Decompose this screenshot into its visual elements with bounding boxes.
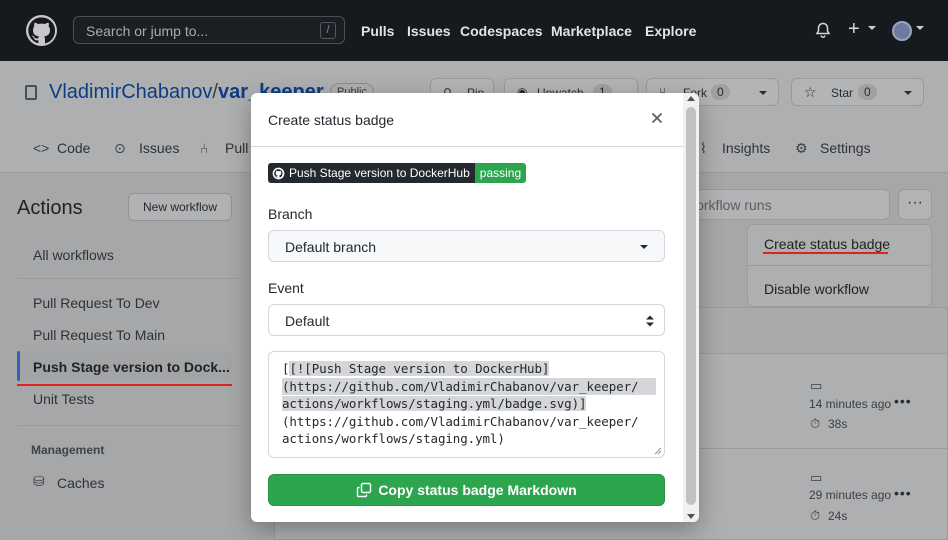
badge-label: Push Stage version to DockerHub xyxy=(268,163,475,183)
calendar-icon: ▭ xyxy=(810,470,823,485)
chevron-down-icon xyxy=(640,245,648,249)
nav-marketplace[interactable]: Marketplace xyxy=(551,23,632,39)
scroll-down-arrow-icon[interactable] xyxy=(687,514,695,519)
tab-pull-requests[interactable]: Pull requests xyxy=(225,140,249,156)
tab-settings[interactable]: Settings xyxy=(820,140,871,156)
run-options-dots-icon[interactable]: ••• xyxy=(894,485,912,501)
new-workflow-button[interactable]: New workflow xyxy=(128,193,232,221)
settings-gear-icon: ⚙ xyxy=(795,140,808,156)
star-count: 0 xyxy=(858,84,877,100)
global-header: Search or jump to... / Pulls Issues Code… xyxy=(0,0,948,61)
actions-sidebar: Actions New workflow All workflows Pull … xyxy=(0,173,256,540)
annotation-underline xyxy=(763,252,888,254)
workflow-more-options-button[interactable]: ··· xyxy=(898,189,932,220)
repo-owner-link[interactable]: VladimirChabanov xyxy=(49,81,212,103)
filter-runs-input[interactable]: Filter workflow runs xyxy=(696,189,890,220)
dialog-header: Create status badge xyxy=(251,93,699,147)
sidebar-active-indicator xyxy=(17,351,20,381)
create-new-caret-icon[interactable] xyxy=(868,26,876,30)
event-select[interactable]: Default xyxy=(268,304,665,336)
search-shortcut-key: / xyxy=(320,22,336,39)
sidebar-item-unit-tests[interactable]: Unit Tests xyxy=(33,391,94,407)
pull-request-icon: ⑃ xyxy=(200,140,209,156)
badge-status: passing xyxy=(474,163,527,183)
sidebar-item-pr-to-main[interactable]: Pull Request To Main xyxy=(33,327,165,343)
sidebar-divider xyxy=(17,425,240,426)
management-label: Management xyxy=(31,443,105,457)
event-label: Event xyxy=(268,280,304,296)
dialog-title: Create status badge xyxy=(268,112,395,128)
repo-icon xyxy=(25,85,37,100)
run-time: 14 minutes ago xyxy=(809,397,892,411)
search-input[interactable]: Search or jump to... / xyxy=(73,16,345,44)
create-status-badge-dialog: Create status badge Push Stage version t… xyxy=(251,93,699,522)
tab-insights[interactable]: Insights xyxy=(722,140,770,156)
actions-heading: Actions xyxy=(17,197,83,219)
select-updown-icon xyxy=(646,315,654,327)
fork-caret-icon[interactable] xyxy=(759,91,767,95)
sidebar-item-pr-to-dev[interactable]: Pull Request To Dev xyxy=(33,295,160,311)
sidebar-item-push-stage[interactable]: Push Stage version to Dock... xyxy=(33,359,230,375)
sidebar-divider xyxy=(17,278,240,279)
nav-explore[interactable]: Explore xyxy=(645,23,696,39)
resize-handle-icon[interactable] xyxy=(654,447,662,455)
fork-count: 0 xyxy=(711,84,730,100)
status-badge-preview: Push Stage version to DockerHub passing xyxy=(268,163,527,183)
sidebar-item-all-workflows[interactable]: All workflows xyxy=(33,247,114,263)
issues-icon: ⊙ xyxy=(114,140,126,156)
tab-issues[interactable]: Issues xyxy=(139,140,179,156)
markdown-selected-text: [![Push Stage version to DockerHub] xyxy=(289,361,550,376)
star-label: Star xyxy=(831,86,854,100)
branch-select-value: Default branch xyxy=(285,239,377,255)
star-caret-icon[interactable] xyxy=(904,91,912,95)
calendar-icon: ▭ xyxy=(810,378,823,393)
annotation-underline xyxy=(17,384,232,386)
search-placeholder: Search or jump to... xyxy=(86,23,209,39)
user-menu-caret-icon[interactable] xyxy=(916,26,924,30)
badge-workflow-name: Push Stage version to DockerHub xyxy=(289,166,470,180)
menu-divider xyxy=(748,265,931,266)
create-new-plus-icon[interactable]: + xyxy=(848,18,860,41)
run-duration: 24s xyxy=(828,509,848,523)
menu-item-disable-workflow[interactable]: Disable workflow xyxy=(764,281,869,297)
tab-code[interactable]: Code xyxy=(57,140,90,156)
copy-icon xyxy=(357,482,372,498)
menu-item-create-status-badge[interactable]: Create status badge xyxy=(764,236,890,252)
insights-icon: ⌇ xyxy=(700,140,707,156)
markdown-line: (https://github.com/VladimirChabanov/var… xyxy=(282,413,639,429)
github-logo-icon[interactable] xyxy=(26,15,57,46)
github-mark-icon xyxy=(272,167,285,179)
scroll-up-arrow-icon[interactable] xyxy=(687,96,695,101)
stopwatch-icon: ⏱ xyxy=(810,416,821,431)
branch-label: Branch xyxy=(268,206,313,222)
nav-issues[interactable]: Issues xyxy=(407,23,451,39)
notifications-bell-icon[interactable] xyxy=(815,22,831,42)
copy-badge-markdown-button[interactable]: Copy status badge Markdown xyxy=(268,474,665,506)
nav-pulls[interactable]: Pulls xyxy=(361,23,394,39)
markdown-line: actions/workflows/staging.yml) xyxy=(282,431,505,446)
database-icon: ⛁ xyxy=(33,473,45,489)
code-icon: <> xyxy=(33,140,50,156)
user-avatar[interactable] xyxy=(892,21,912,41)
markdown-selected-text: actions/workflows/staging.yml/badge.svg)… xyxy=(282,396,587,411)
markdown-line: actions/workflows/staging.yml/badge.svg)… xyxy=(282,395,656,413)
star-icon: ☆ xyxy=(804,84,817,100)
sidebar-item-caches[interactable]: Caches xyxy=(57,475,104,491)
dialog-scrollbar[interactable] xyxy=(683,93,699,522)
branch-select[interactable]: Default branch xyxy=(268,230,665,262)
star-button[interactable]: ☆ Star 0 xyxy=(791,78,924,106)
scrollbar-thumb[interactable] xyxy=(686,107,696,505)
copy-button-label: Copy status badge Markdown xyxy=(378,482,577,498)
markdown-line: [[![Push Stage version to DockerHub] xyxy=(282,361,550,376)
nav-codespaces[interactable]: Codespaces xyxy=(460,23,542,39)
badge-markdown-textarea[interactable]: [[![Push Stage version to DockerHub] (ht… xyxy=(268,351,665,458)
close-icon[interactable] xyxy=(649,110,665,126)
run-options-dots-icon[interactable]: ••• xyxy=(894,393,912,409)
markdown-line: (https://github.com/VladimirChabanov/var… xyxy=(282,377,656,395)
workflow-options-menu: Create status badge Disable workflow xyxy=(747,224,932,307)
run-duration: 38s xyxy=(828,417,848,431)
run-time: 29 minutes ago xyxy=(809,488,892,502)
stopwatch-icon: ⏱ xyxy=(810,508,821,523)
event-select-value: Default xyxy=(285,313,330,329)
